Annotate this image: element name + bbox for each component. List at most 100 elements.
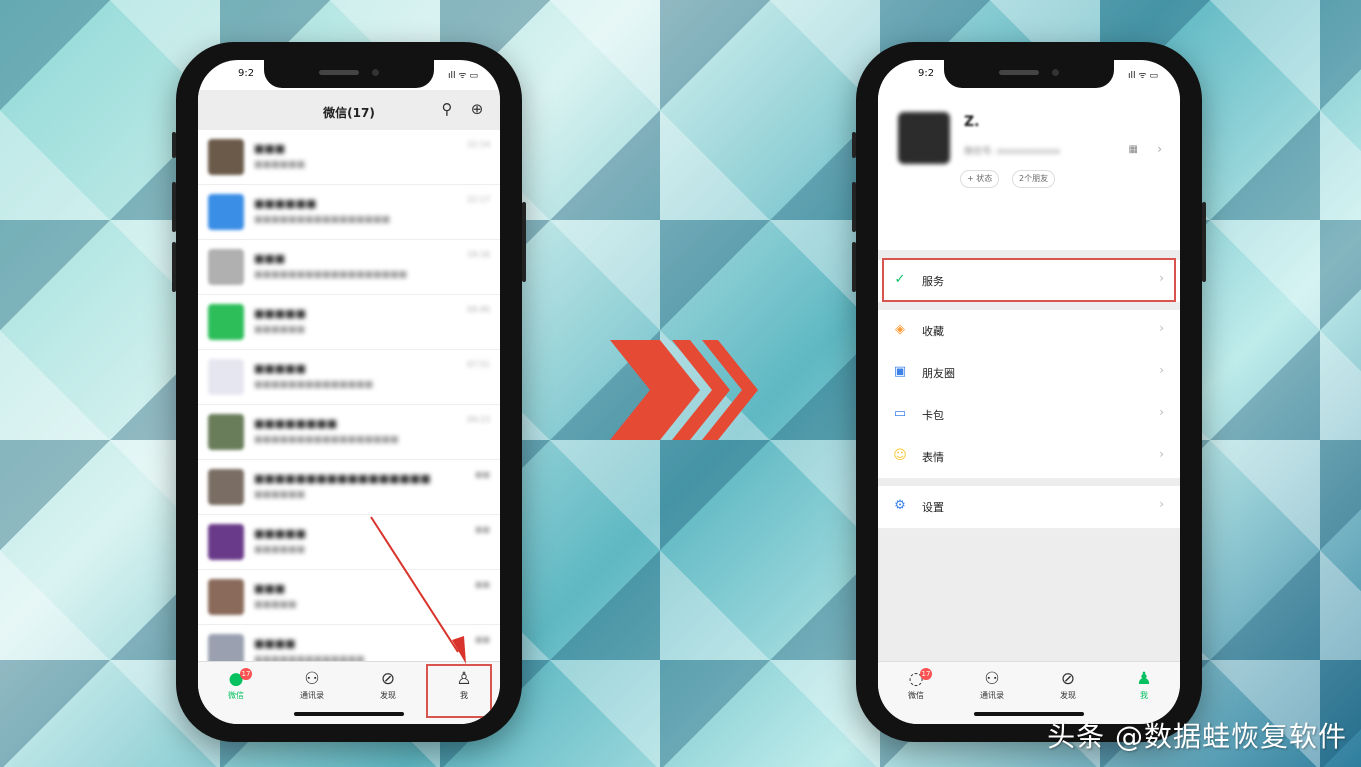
add-icon[interactable]: ⊕ bbox=[468, 100, 486, 118]
chat-preview: ■■■■■■■■■■■■■■■■■ bbox=[254, 435, 399, 445]
avatar bbox=[208, 579, 244, 615]
highlight-me-tab bbox=[426, 664, 492, 718]
contacts-icon: ⚇ bbox=[304, 669, 320, 689]
chat-time: 22:14 bbox=[466, 140, 490, 149]
avatar bbox=[208, 304, 244, 340]
chat-time: 07:51 bbox=[466, 360, 490, 369]
status-time: 9:2 bbox=[918, 68, 935, 79]
list-item[interactable]: ■■■ ■■■■■■ 22:14 bbox=[198, 130, 500, 185]
chat-time: ■■ bbox=[474, 525, 490, 534]
tab-contacts[interactable]: ⚇ 通讯录 bbox=[282, 668, 342, 701]
menu-item-3[interactable]: ▭ 卡包 › bbox=[878, 394, 1180, 437]
list-item[interactable]: ■■■ ■■■■■■■■■■■■■■■■■■ 19:16 bbox=[198, 240, 500, 295]
status-chip[interactable]: + 状态 bbox=[960, 170, 1000, 188]
chevron-right-icon: › bbox=[1159, 405, 1164, 419]
chat-preview: ■■■■■■■■■■■■■■ bbox=[254, 380, 374, 390]
contacts-icon: ⚇ bbox=[984, 669, 1000, 689]
chat-time: ■■ bbox=[474, 470, 490, 479]
next-chevrons-icon bbox=[610, 340, 758, 440]
phone-left: 9:2 ıll ᯤ ▭ 微信(17) ⚲ ⊕ ■■■ ■■■■■■ 22:14 ■■■… bbox=[172, 42, 526, 742]
chats-header: 微信(17) ⚲ ⊕ bbox=[198, 90, 500, 130]
status-icons: ıll ᯤ ▭ bbox=[1128, 71, 1158, 81]
chat-name: ■■■■■■■■■■■■■■■■■ bbox=[254, 472, 431, 485]
tab-label: 通讯录 bbox=[980, 691, 1004, 700]
chat-preview: ■■■■■■ bbox=[254, 545, 306, 555]
settings-icon: ⚙ bbox=[894, 498, 906, 513]
chat-time: 19:16 bbox=[466, 250, 490, 259]
unread-badge: 17 bbox=[920, 668, 932, 680]
chat-name: ■■■ bbox=[254, 142, 286, 155]
chat-time: 22:17 bbox=[466, 195, 490, 204]
chat-name: ■■■■■■ bbox=[254, 197, 317, 210]
unread-badge: 17 bbox=[240, 668, 252, 680]
chat-preview: ■■■■■■ bbox=[254, 325, 306, 335]
chat-time: 04:23 bbox=[466, 415, 490, 424]
red-pointer-arrow bbox=[370, 516, 466, 664]
friends-chip[interactable]: 2个朋友 bbox=[1012, 170, 1056, 188]
avatar bbox=[208, 359, 244, 395]
menu-item-1[interactable]: ◈ 收藏 › bbox=[878, 310, 1180, 353]
phone-notch bbox=[944, 60, 1114, 88]
chat-preview: ■■■■■■ bbox=[254, 490, 306, 500]
tab-me[interactable]: ♟ 我 bbox=[1114, 668, 1174, 701]
chat-icon: ◌ bbox=[908, 669, 924, 689]
phone-notch bbox=[264, 60, 434, 88]
compass-icon: ⊘ bbox=[1060, 669, 1076, 689]
chat-preview: ■■■■■ bbox=[254, 600, 297, 610]
chat-time: ■■ bbox=[474, 635, 490, 644]
tab-discover[interactable]: ⊘ 发现 bbox=[1038, 668, 1098, 701]
list-item[interactable]: ■■■■■ ■■■■■■■■■■■■■■ 07:51 bbox=[198, 350, 500, 405]
chat-name: ■■■■■ bbox=[254, 362, 306, 375]
avatar bbox=[208, 194, 244, 230]
profile-card[interactable]: 9:2 ıll ᯤ ▭ Z. 微信号: zxxxxxxxxxxx ▦ › + 状… bbox=[878, 60, 1180, 250]
favorites-icon: ◈ bbox=[895, 322, 905, 337]
avatar[interactable] bbox=[898, 112, 950, 164]
avatar bbox=[208, 414, 244, 450]
menu-label: 收藏 bbox=[922, 325, 944, 338]
menu-item-5[interactable]: ⚙ 设置 › bbox=[878, 486, 1180, 529]
chat-time: ■■ bbox=[474, 580, 490, 589]
wechat-me-screen: 9:2 ıll ᯤ ▭ Z. 微信号: zxxxxxxxxxxx ▦ › + 状… bbox=[878, 60, 1180, 724]
status-time: 9:2 bbox=[238, 68, 255, 79]
menu-label: 朋友圈 bbox=[922, 367, 955, 380]
chat-name: ■■■■■■■■ bbox=[254, 417, 338, 430]
chevron-right-icon: › bbox=[1159, 447, 1164, 461]
tab-discover[interactable]: ⊘ 发现 bbox=[358, 668, 418, 701]
chat-preview: ■■■■■■ bbox=[254, 160, 306, 170]
list-item[interactable]: ■■■■■■ ■■■■■■■■■■■■■■■■ 22:17 bbox=[198, 185, 500, 240]
chat-preview: ■■■■■■■■■■■■■■■■ bbox=[254, 215, 391, 225]
profile-id: 微信号: zxxxxxxxxxxx bbox=[964, 147, 1061, 157]
chat-time: 09:40 bbox=[466, 305, 490, 314]
chevron-right-icon: › bbox=[1159, 497, 1164, 511]
tab-chats[interactable]: ◌ 微信 17 bbox=[886, 668, 946, 701]
search-icon[interactable]: ⚲ bbox=[438, 100, 456, 118]
tab-label: 微信 bbox=[908, 691, 924, 700]
list-item[interactable]: ■■■■■■■■ ■■■■■■■■■■■■■■■■■ 04:23 bbox=[198, 405, 500, 460]
menu-label: 设置 bbox=[922, 501, 944, 514]
chat-icon: ● bbox=[228, 669, 244, 689]
qr-code-icon[interactable]: ▦ bbox=[1129, 144, 1138, 155]
avatar bbox=[208, 139, 244, 175]
person-icon: ♟ bbox=[1136, 669, 1152, 689]
chevron-right-icon: › bbox=[1159, 363, 1164, 377]
list-item[interactable]: ■■■■■■■■■■■■■■■■■ ■■■■■■ ■■ bbox=[198, 460, 500, 515]
stickers-icon: ☺ bbox=[893, 448, 907, 463]
tab-label: 发现 bbox=[1060, 691, 1076, 700]
tab-contacts[interactable]: ⚇ 通讯录 bbox=[962, 668, 1022, 701]
status-icons: ıll ᯤ ▭ bbox=[448, 71, 478, 81]
menu-label: 表情 bbox=[922, 451, 944, 464]
cards-icon: ▭ bbox=[893, 406, 907, 421]
tab-chats[interactable]: ● 微信 17 bbox=[206, 668, 266, 701]
menu-item-4[interactable]: ☺ 表情 › bbox=[878, 436, 1180, 479]
chat-name: ■■■■■ bbox=[254, 527, 306, 540]
moments-icon: ▣ bbox=[893, 364, 907, 379]
phone-right: 9:2 ıll ᯤ ▭ Z. 微信号: zxxxxxxxxxxx ▦ › + 状… bbox=[852, 42, 1206, 742]
tab-label: 发现 bbox=[380, 691, 396, 700]
chevron-right-icon: › bbox=[1159, 321, 1164, 335]
avatar bbox=[208, 249, 244, 285]
avatar bbox=[208, 469, 244, 505]
list-item[interactable]: ■■■■■ ■■■■■■ 09:40 bbox=[198, 295, 500, 350]
tab-label: 通讯录 bbox=[300, 691, 324, 700]
chat-name: ■■■■■ bbox=[254, 307, 306, 320]
menu-item-2[interactable]: ▣ 朋友圈 › bbox=[878, 352, 1180, 395]
